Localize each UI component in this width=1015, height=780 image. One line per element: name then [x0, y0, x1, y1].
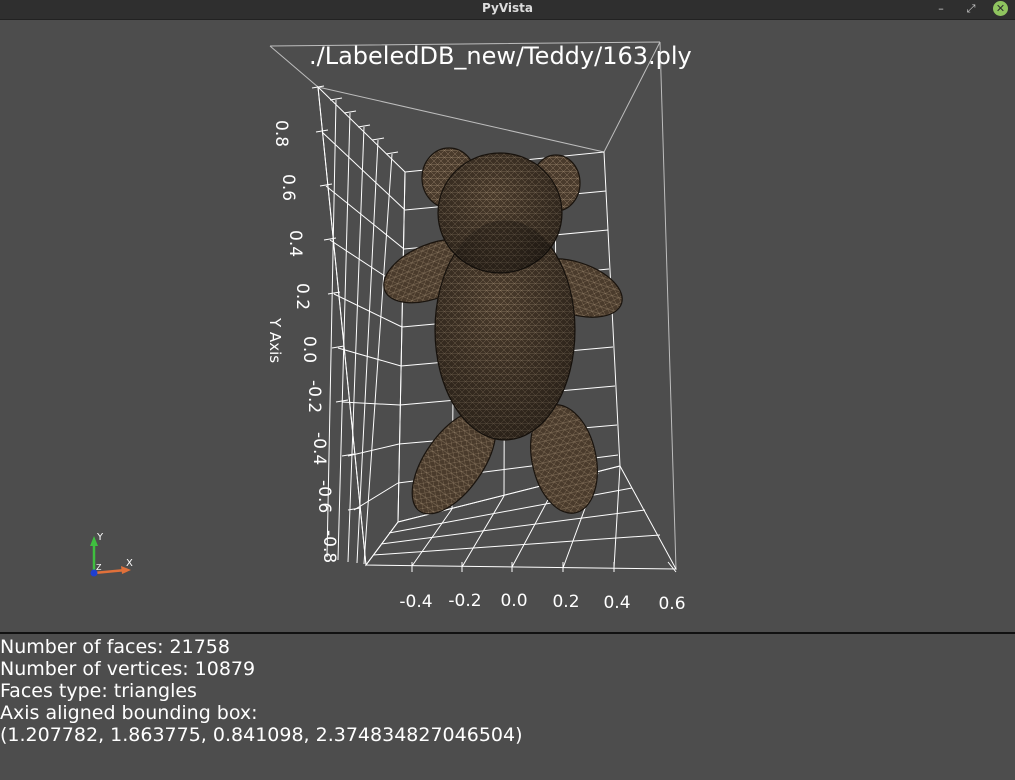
bbox-value: (1.207782, 1.863775, 0.841098, 2.3748348…	[0, 724, 523, 746]
faces-type: Faces type: triangles	[0, 680, 197, 702]
x-tick-label: -0.4	[399, 592, 432, 612]
y-tick-label: 0.2	[292, 283, 312, 310]
y-tick-label: -0.4	[309, 432, 329, 465]
bbox-label: Axis aligned bounding box:	[0, 702, 258, 724]
y-tick-label: 0.6	[278, 174, 298, 201]
y-tick-label: -0.8	[319, 530, 339, 563]
y-tick-label: -0.2	[304, 380, 324, 413]
mesh-info-panel: Number of faces: 21758 Number of vertice…	[0, 636, 523, 746]
axis-z-label: Z	[96, 563, 102, 572]
x-tick-label: 0.0	[500, 591, 527, 611]
y-tick-label: 0.4	[285, 230, 305, 257]
orientation-axes-widget: Y X Z	[90, 532, 133, 577]
divider	[0, 632, 1015, 634]
y-tick-label: 0.8	[271, 120, 291, 147]
y-tick-label: 0.0	[299, 336, 319, 363]
teddy-bear-mesh	[383, 147, 623, 515]
x-tick-label: 0.2	[552, 592, 579, 612]
y-tick-label: -0.6	[314, 480, 334, 513]
y-axis-label: Y Axis	[266, 317, 284, 363]
faces-count: Number of faces: 21758	[0, 636, 230, 658]
x-tick-label: 0.4	[603, 593, 630, 613]
vertices-count: Number of vertices: 10879	[0, 658, 256, 680]
x-tick-label: -0.2	[448, 591, 481, 611]
x-tick-label: 0.6	[658, 594, 685, 614]
plot-title: ./LabeledDB_new/Teddy/163.ply	[309, 42, 692, 70]
axis-y-label: Y	[96, 532, 104, 543]
axis-x-label: X	[126, 558, 133, 569]
plot-scene: 0.8 0.6 0.4 0.2 0.0 -0.2 -0.4 -0.6 -0.8 …	[90, 41, 686, 614]
